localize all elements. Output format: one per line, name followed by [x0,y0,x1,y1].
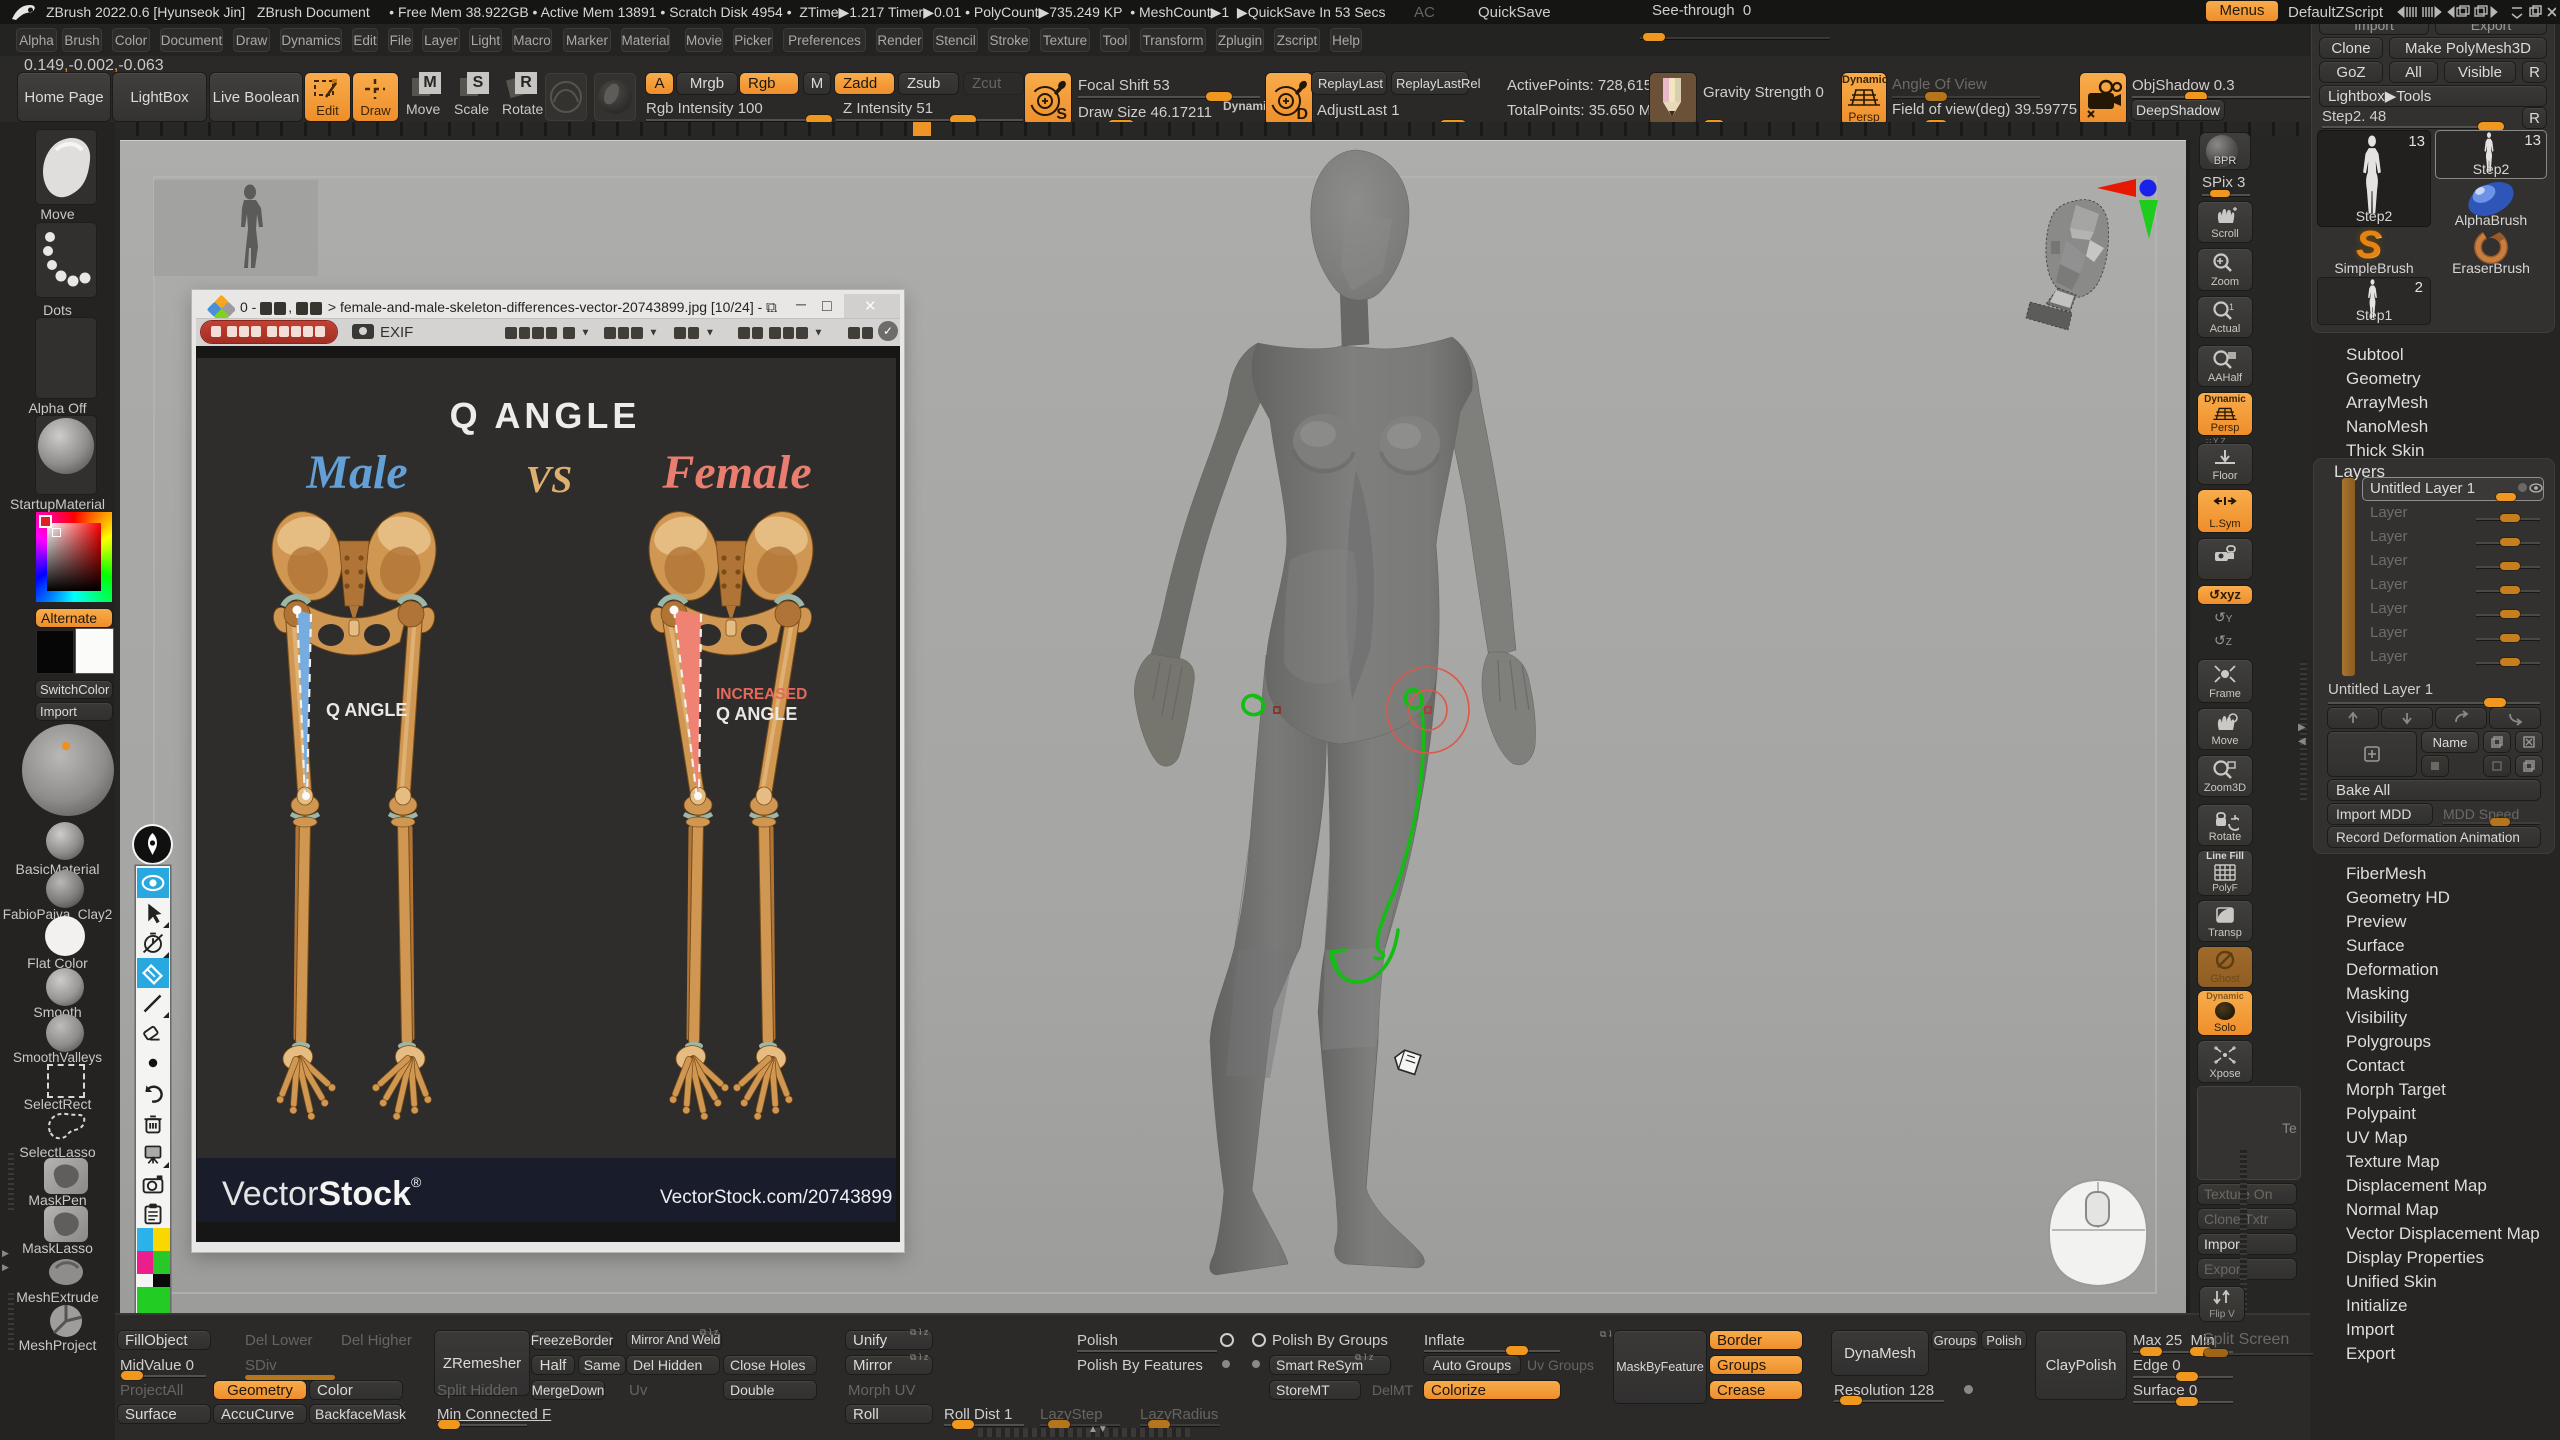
svg-text:Female: Female [661,446,811,499]
svg-text:Q ANGLE: Q ANGLE [326,700,407,720]
svg-text:Male: Male [305,446,407,499]
svg-text:1: 1 [2229,302,2234,312]
svg-text:Q ANGLE: Q ANGLE [450,395,641,436]
svg-text:Q ANGLE: Q ANGLE [716,704,797,724]
svg-text:INCREASED: INCREASED [716,686,807,703]
svg-text:VS: VS [526,459,572,501]
